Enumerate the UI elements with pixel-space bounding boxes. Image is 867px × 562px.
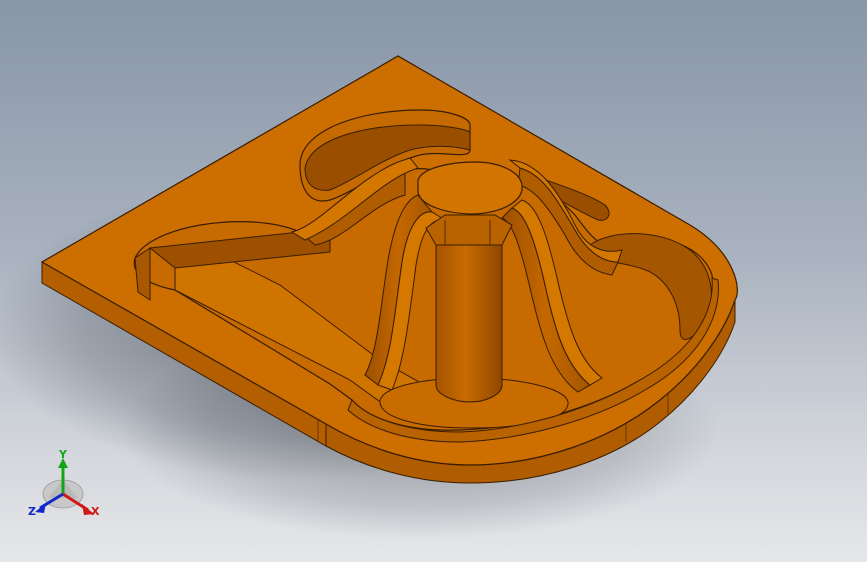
central-pin [435, 224, 503, 403]
z-axis-arrow-icon [35, 503, 46, 513]
y-axis-label: Y [58, 448, 68, 461]
hub-cap [417, 161, 523, 215]
pin-neck [425, 214, 513, 246]
x-axis-label: X [91, 505, 100, 518]
z-axis-label: Z [28, 505, 36, 518]
3d-graphics-viewport[interactable]: Y X Z [0, 0, 867, 562]
coordinate-triad: Y X Z [28, 448, 100, 518]
viewport-canvas[interactable]: Y X Z [0, 0, 867, 562]
